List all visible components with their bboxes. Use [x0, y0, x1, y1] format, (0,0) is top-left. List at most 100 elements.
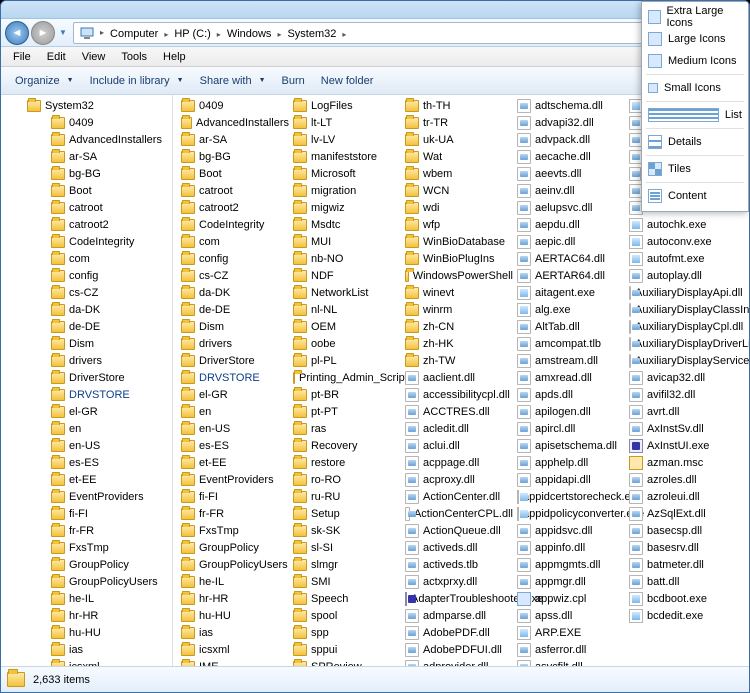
list-item[interactable]: bcdedit.exe — [627, 607, 739, 624]
list-item[interactable]: appidsvc.dll — [515, 522, 627, 539]
list-item[interactable]: apphelp.dll — [515, 454, 627, 471]
list-item[interactable]: wdi — [403, 199, 515, 216]
list-item[interactable]: WCN — [403, 182, 515, 199]
tree-item[interactable]: CodeIntegrity — [1, 233, 172, 250]
list-item[interactable]: azroles.dll — [627, 471, 739, 488]
breadcrumb-segment[interactable]: System32 — [283, 28, 340, 40]
tree-item[interactable]: en-US — [1, 437, 172, 454]
list-item[interactable]: autoconv.exe — [627, 233, 739, 250]
list-item[interactable]: avrt.dll — [627, 403, 739, 420]
list-item[interactable]: autochk.exe — [627, 216, 739, 233]
list-item[interactable]: amxread.dll — [515, 369, 627, 386]
menu-help[interactable]: Help — [155, 49, 194, 65]
view-option[interactable]: Tiles — [642, 158, 748, 180]
list-item[interactable]: ias — [179, 624, 291, 641]
list-item[interactable]: config — [179, 250, 291, 267]
list-item[interactable]: adtschema.dll — [515, 97, 627, 114]
list-item[interactable]: apss.dll — [515, 607, 627, 624]
list-item[interactable]: AERTAR64.dll — [515, 267, 627, 284]
tree-item[interactable]: drivers — [1, 352, 172, 369]
list-item[interactable]: DriverStore — [179, 352, 291, 369]
tree-item[interactable]: AdvancedInstallers — [1, 131, 172, 148]
view-option[interactable]: Details — [642, 131, 748, 153]
list-item[interactable]: aepic.dll — [515, 233, 627, 250]
list-item[interactable]: com — [179, 233, 291, 250]
list-item[interactable]: Boot — [179, 165, 291, 182]
tree-item[interactable]: et-EE — [1, 471, 172, 488]
tree-item[interactable]: catroot2 — [1, 216, 172, 233]
tree-item[interactable]: Dism — [1, 335, 172, 352]
list-item[interactable]: catroot2 — [179, 199, 291, 216]
nav-history-dropdown[interactable]: ▼ — [57, 21, 69, 45]
menu-file[interactable]: File — [5, 49, 39, 65]
chevron-right-icon[interactable]: ▸ — [340, 30, 348, 39]
list-item[interactable]: WinBioDatabase — [403, 233, 515, 250]
view-option[interactable]: Extra Large Icons — [642, 6, 748, 28]
tree-item[interactable]: GroupPolicy — [1, 556, 172, 573]
list-item[interactable]: azroleui.dll — [627, 488, 739, 505]
list-item[interactable]: ActionQueue.dll — [403, 522, 515, 539]
list-item[interactable]: batmeter.dll — [627, 556, 739, 573]
list-item[interactable]: activeds.dll — [403, 539, 515, 556]
list-item[interactable]: AltTab.dll — [515, 318, 627, 335]
list-item[interactable]: WinBioPlugIns — [403, 250, 515, 267]
tree-item[interactable]: catroot — [1, 199, 172, 216]
chevron-right-icon[interactable]: ▸ — [215, 30, 223, 39]
tree-item[interactable]: Boot — [1, 182, 172, 199]
list-item[interactable]: NDF — [291, 267, 403, 284]
list-item[interactable]: amstream.dll — [515, 352, 627, 369]
list-item[interactable]: autofmt.exe — [627, 250, 739, 267]
tree-item[interactable]: de-DE — [1, 318, 172, 335]
list-item[interactable]: autoplay.dll — [627, 267, 739, 284]
tree-item[interactable]: es-ES — [1, 454, 172, 471]
list-item[interactable]: AxInstSv.dll — [627, 420, 739, 437]
list-item[interactable]: CodeIntegrity — [179, 216, 291, 233]
list-item[interactable]: aeinv.dll — [515, 182, 627, 199]
list-item[interactable]: acledit.dll — [403, 420, 515, 437]
list-item[interactable]: GroupPolicyUsers — [179, 556, 291, 573]
list-item[interactable]: asycfilt.dll — [515, 658, 627, 666]
list-item[interactable]: EventProviders — [179, 471, 291, 488]
list-item[interactable]: el-GR — [179, 386, 291, 403]
breadcrumb-segment[interactable]: Computer — [106, 28, 162, 40]
tree-item[interactable]: DRVSTORE — [1, 386, 172, 403]
list-item[interactable]: spp — [291, 624, 403, 641]
list-item[interactable]: MUI — [291, 233, 403, 250]
list-item[interactable]: lv-LV — [291, 131, 403, 148]
list-item[interactable]: pl-PL — [291, 352, 403, 369]
tree-item[interactable]: fi-FI — [1, 505, 172, 522]
list-item[interactable]: icsxml — [179, 641, 291, 658]
list-item[interactable]: wfp — [403, 216, 515, 233]
list-item[interactable]: zh-CN — [403, 318, 515, 335]
list-item[interactable]: advapi32.dll — [515, 114, 627, 131]
list-item[interactable]: avifil32.dll — [627, 386, 739, 403]
titlebar[interactable] — [1, 1, 749, 19]
list-item[interactable]: winevt — [403, 284, 515, 301]
tree-item[interactable]: cs-CZ — [1, 284, 172, 301]
tree-item[interactable]: icsxml — [1, 658, 172, 666]
list-item[interactable]: ARP.EXE — [515, 624, 627, 641]
list-item[interactable]: Setup — [291, 505, 403, 522]
list-item[interactable]: winrm — [403, 301, 515, 318]
list-item[interactable]: NetworkList — [291, 284, 403, 301]
burn-button[interactable]: Burn — [274, 72, 313, 90]
list-item[interactable]: bcdboot.exe — [627, 590, 739, 607]
list-item[interactable]: fr-FR — [179, 505, 291, 522]
list-item[interactable]: aitagent.exe — [515, 284, 627, 301]
list-item[interactable]: OEM — [291, 318, 403, 335]
list-item[interactable]: ar-SA — [179, 131, 291, 148]
list-item[interactable]: sppui — [291, 641, 403, 658]
list-item[interactable]: AuxiliaryDisplayDriverLib.dll — [627, 335, 739, 352]
list-item[interactable]: th-TH — [403, 97, 515, 114]
list-item[interactable]: ActionCenterCPL.dll — [403, 505, 515, 522]
list-item[interactable]: es-ES — [179, 437, 291, 454]
list-item[interactable]: aepdu.dll — [515, 216, 627, 233]
breadcrumb-segment[interactable]: Windows — [223, 28, 276, 40]
tree-item[interactable]: config — [1, 267, 172, 284]
list-item[interactable]: bg-BG — [179, 148, 291, 165]
list-item[interactable]: activeds.tlb — [403, 556, 515, 573]
list-item[interactable]: cs-CZ — [179, 267, 291, 284]
list-item[interactable]: AdvancedInstallers — [179, 114, 291, 131]
view-option[interactable]: Content — [642, 185, 748, 207]
list-item[interactable]: lt-LT — [291, 114, 403, 131]
